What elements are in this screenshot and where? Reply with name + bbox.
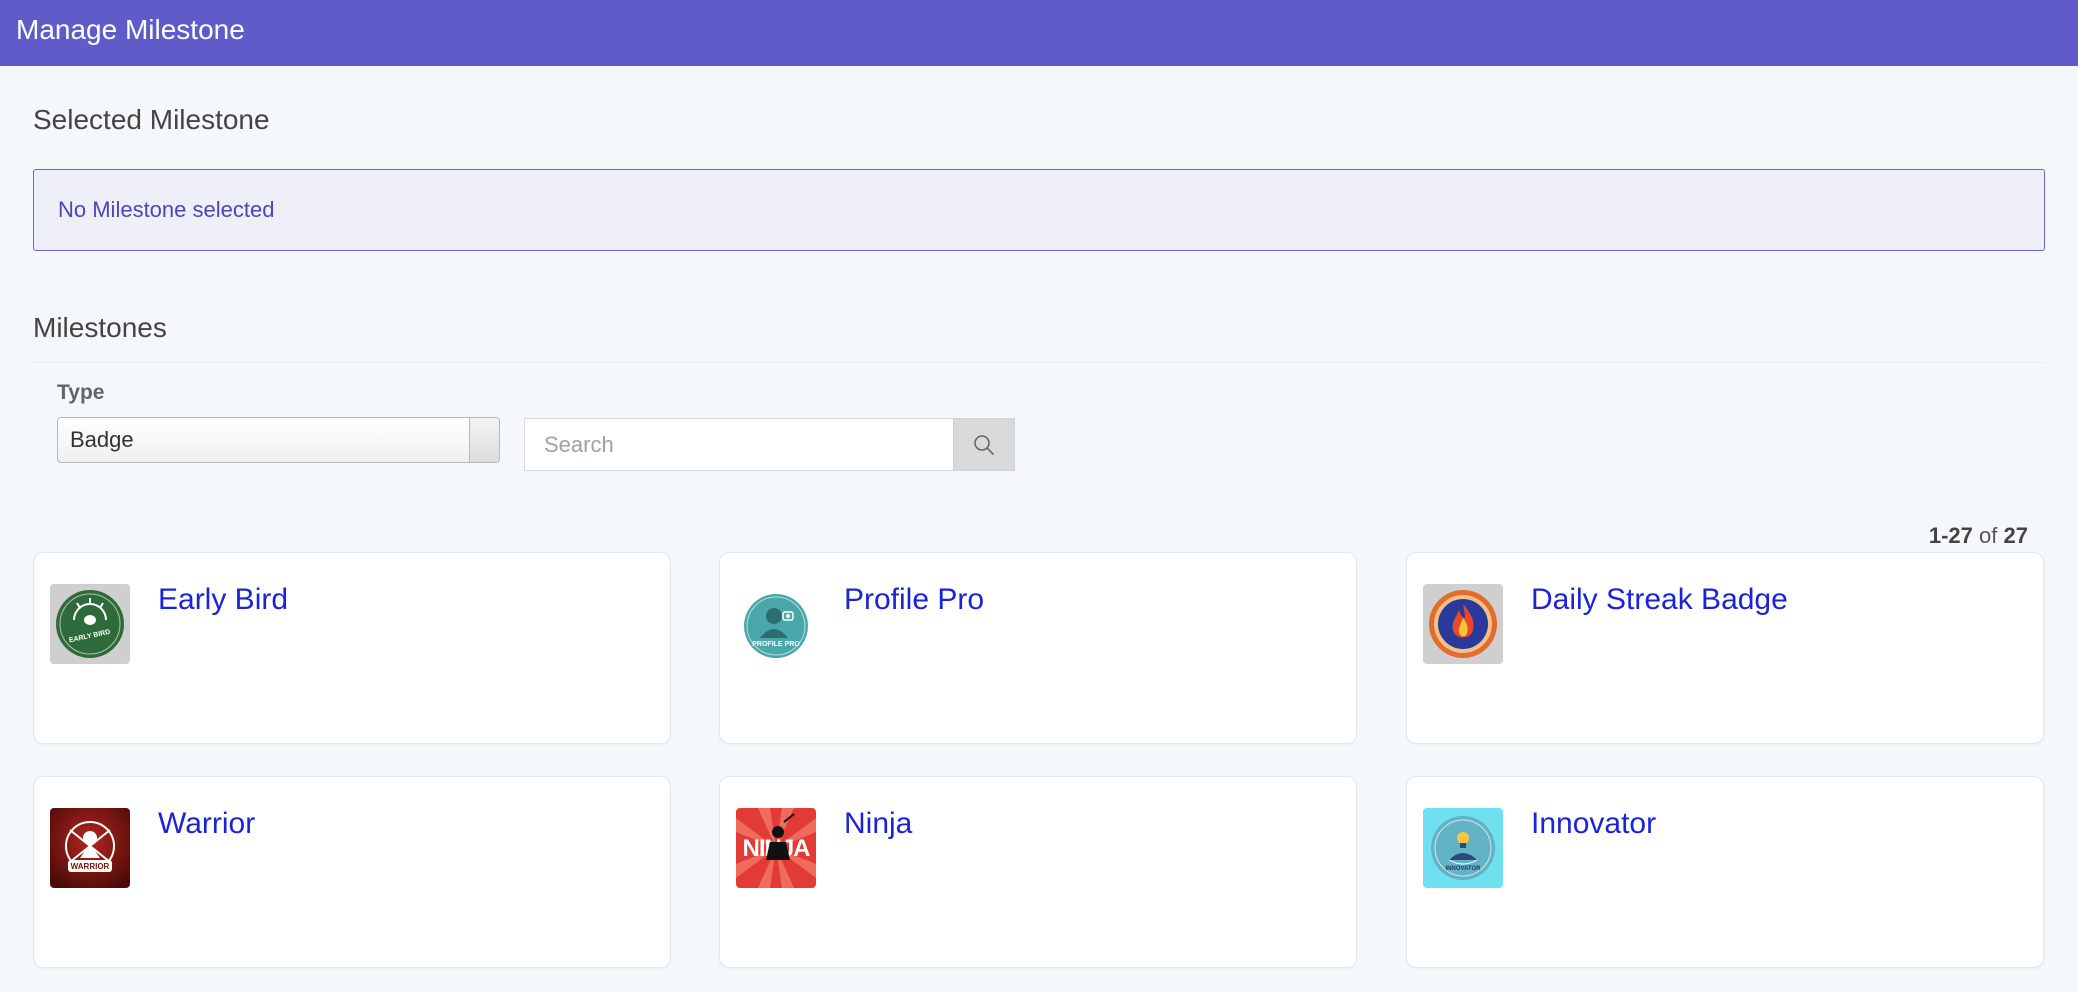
selected-milestone-heading: Selected Milestone — [33, 104, 270, 135]
pager-of: of — [1979, 523, 1998, 548]
warrior-badge-text: WARRIOR — [71, 862, 110, 871]
milestones-heading: Milestones — [33, 312, 167, 343]
warrior-badge-icon: WARRIOR — [50, 808, 130, 888]
early-bird-badge-icon: EARLY BIRD — [50, 584, 130, 664]
ninja-badge-icon: NINJA — [736, 808, 816, 888]
alert-message: No Milestone selected — [58, 197, 275, 222]
search-input[interactable] — [524, 418, 954, 471]
search-button[interactable] — [953, 418, 1015, 471]
no-selection-alert: No Milestone selected — [33, 169, 2045, 251]
top-bar: Manage Milestone — [0, 0, 2078, 66]
milestone-name[interactable]: Profile Pro — [844, 583, 984, 617]
milestone-card-early-bird[interactable]: EARLY BIRD Early Bird — [33, 552, 671, 744]
profile-pro-badge-text: PROFILE PRO — [752, 641, 800, 648]
pagination-summary: 1-27 of 27 — [1928, 523, 2028, 548]
milestone-card-warrior[interactable]: WARRIOR Warrior — [33, 776, 671, 968]
pager-end: 27 — [1948, 523, 1973, 548]
milestone-card-daily-streak-badge[interactable]: Daily Streak Badge — [1406, 552, 2044, 744]
milestone-name[interactable]: Innovator — [1531, 807, 1656, 841]
pager-start: 1 — [1928, 523, 1942, 548]
milestone-name[interactable]: Ninja — [844, 807, 912, 841]
milestone-card-profile-pro[interactable]: PROFILE PRO Profile Pro — [719, 552, 1357, 744]
daily-streak-badge-icon — [1423, 584, 1503, 664]
search-icon — [974, 434, 994, 455]
milestone-name[interactable]: Early Bird — [158, 583, 288, 617]
type-select[interactable]: Badge — [57, 417, 500, 463]
type-select-value: Badge — [70, 427, 134, 452]
innovator-badge-icon: INNOVATOR — [1423, 808, 1503, 888]
type-label: Type — [57, 381, 105, 404]
select-handle[interactable] — [469, 418, 499, 462]
milestone-name[interactable]: Warrior — [158, 807, 255, 841]
milestone-name[interactable]: Daily Streak Badge — [1531, 583, 1788, 617]
pager-total: 27 — [2003, 523, 2028, 548]
page-title: Manage Milestone — [16, 14, 245, 45]
section-divider — [33, 362, 2045, 363]
milestone-card-innovator[interactable]: INNOVATOR Innovator — [1406, 776, 2044, 968]
milestone-card-ninja[interactable]: NINJA Ninja — [719, 776, 1357, 968]
innovator-badge-text: INNOVATOR — [1445, 866, 1481, 872]
profile-pro-badge-icon: PROFILE PRO — [736, 584, 816, 664]
